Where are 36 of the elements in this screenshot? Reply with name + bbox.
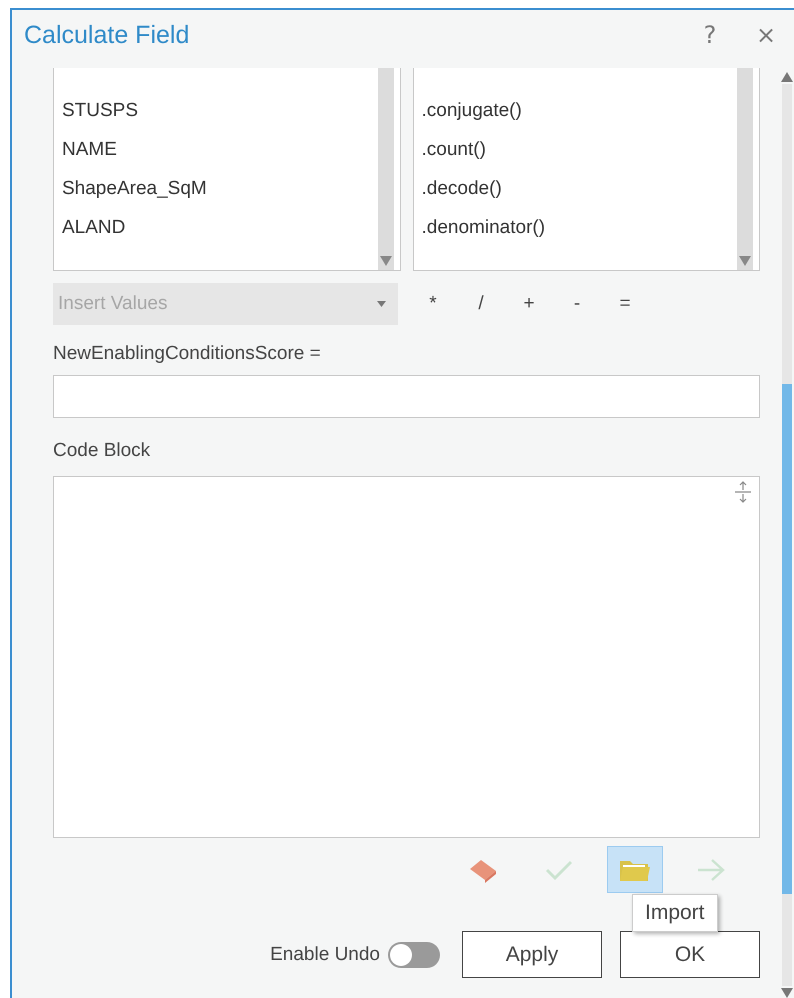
code-block-field[interactable] bbox=[53, 476, 760, 838]
list-item[interactable]: .denominator() bbox=[422, 208, 737, 247]
scrollbar[interactable] bbox=[378, 68, 394, 270]
dropdown-caret-icon bbox=[377, 301, 386, 307]
close-button[interactable]: × bbox=[738, 15, 794, 55]
operator-button[interactable]: + bbox=[516, 293, 542, 315]
scrollbar[interactable] bbox=[737, 68, 753, 270]
operator-button[interactable]: * bbox=[420, 293, 446, 315]
list-item[interactable]: ALAND bbox=[62, 208, 378, 247]
list-item[interactable]: NAME bbox=[62, 130, 378, 169]
toolbar-button[interactable] bbox=[607, 846, 663, 893]
apply-button[interactable]: Apply bbox=[462, 931, 602, 978]
arrow-right-icon bbox=[696, 858, 726, 882]
enable-undo-label: Enable Undo bbox=[270, 944, 380, 966]
list-item[interactable]: STUSPS bbox=[62, 91, 378, 130]
scroll-up-icon[interactable] bbox=[781, 72, 793, 82]
enable-undo-toggle[interactable] bbox=[388, 942, 440, 968]
tooltip: Import bbox=[632, 894, 718, 932]
help-button[interactable]: ? bbox=[682, 15, 738, 55]
expression-field[interactable] bbox=[53, 375, 760, 418]
list-item[interactable]: ShapeArea_SqM bbox=[62, 169, 378, 208]
operator-button[interactable]: - bbox=[564, 293, 590, 315]
scroll-down-icon[interactable] bbox=[380, 256, 392, 266]
operator-button[interactable]: = bbox=[612, 293, 638, 315]
ok-button[interactable]: OK bbox=[620, 931, 760, 978]
expression-label: NewEnablingConditionsScore = bbox=[53, 343, 322, 365]
scroll-down-icon[interactable] bbox=[739, 256, 751, 266]
check-icon bbox=[545, 858, 573, 880]
list-item[interactable]: .decode() bbox=[422, 169, 737, 208]
scroll-down-icon[interactable] bbox=[781, 988, 793, 998]
splitter-icon bbox=[733, 481, 753, 503]
list-item[interactable]: .count() bbox=[422, 130, 737, 169]
list-item[interactable]: .conjugate() bbox=[422, 91, 737, 130]
operator-button[interactable]: / bbox=[468, 293, 494, 315]
code-block-label: Code Block bbox=[53, 440, 152, 462]
window-title: Calculate Field bbox=[24, 20, 190, 50]
